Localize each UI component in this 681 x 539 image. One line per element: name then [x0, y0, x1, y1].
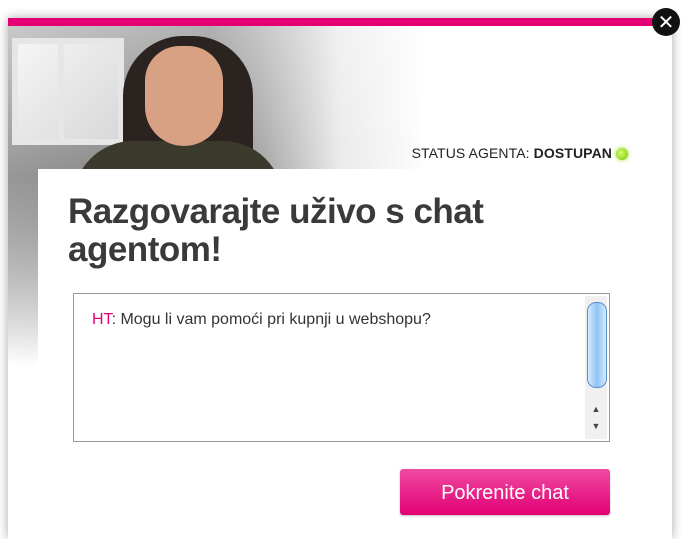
scrollbar-thumb[interactable]	[587, 302, 607, 388]
status-indicator-icon	[616, 148, 628, 160]
close-icon[interactable]: ✕	[652, 8, 680, 36]
chat-card: Razgovarajte uživo s chat agentom! HT: M…	[38, 169, 672, 539]
chat-message-sender: HT	[92, 311, 112, 328]
chat-message: HT: Mogu li vam pomoći pri kupnji u webs…	[92, 311, 431, 329]
agent-status-label: STATUS AGENTA:	[411, 145, 534, 161]
scroll-up-icon[interactable]: ▲	[588, 402, 604, 416]
chat-message-area[interactable]: HT: Mogu li vam pomoći pri kupnji u webs…	[73, 293, 610, 442]
chat-message-text: Mogu li vam pomoći pri kupnji u webshopu…	[120, 311, 431, 328]
page-title: Razgovarajte uživo s chat agentom!	[68, 192, 484, 269]
chat-scrollbar[interactable]: ▲ ▼	[585, 296, 607, 439]
chat-popup: STATUS AGENTA: DOSTUPAN Razgovarajte uži…	[8, 18, 672, 539]
brand-top-bar	[8, 18, 672, 26]
agent-status-value: DOSTUPAN	[533, 145, 612, 161]
scroll-down-icon[interactable]: ▼	[588, 419, 604, 433]
agent-face	[145, 46, 223, 146]
agent-status: STATUS AGENTA: DOSTUPAN	[412, 145, 612, 161]
start-chat-button[interactable]: Pokrenite chat	[400, 469, 610, 515]
